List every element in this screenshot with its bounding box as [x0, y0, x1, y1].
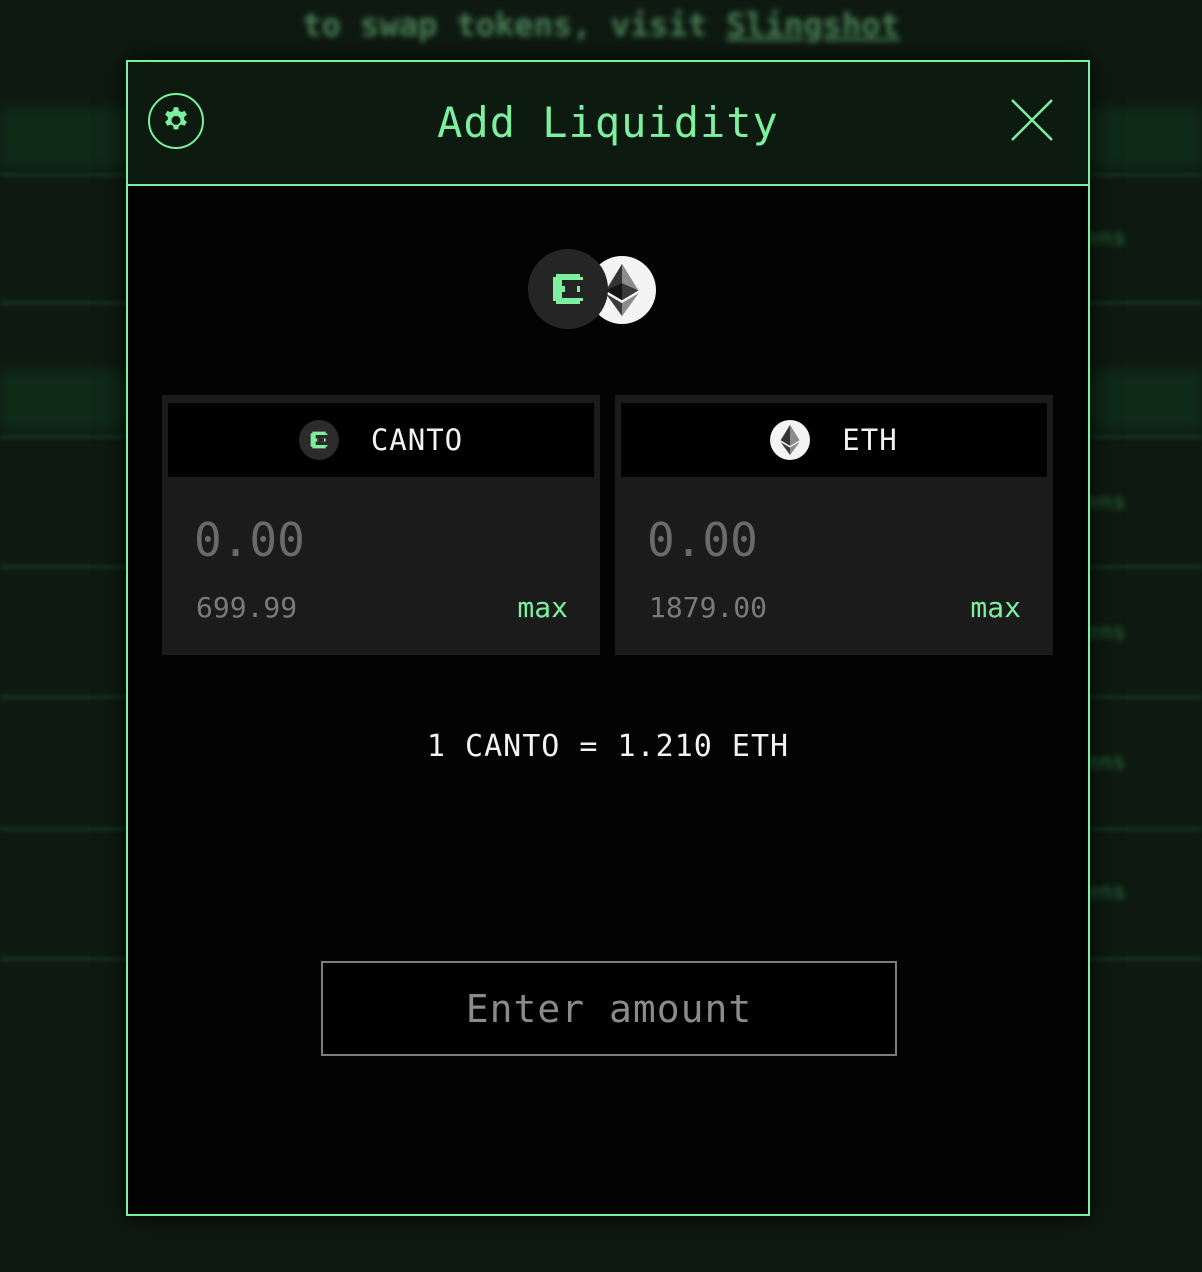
- close-icon: [1011, 99, 1053, 141]
- canto-max-button[interactable]: max: [517, 591, 568, 624]
- canto-amount-input[interactable]: [194, 513, 574, 567]
- token-card-canto: CANTO 699.99 max: [162, 395, 600, 655]
- exchange-rate: 1 CANTO = 1.210 ETH: [426, 729, 790, 764]
- eth-balance: 1879.00: [649, 591, 768, 624]
- add-liquidity-modal: Add Liquidity CANTO 0.00 699.99 max ETH …: [126, 60, 1090, 1216]
- canto-logo-icon: [298, 420, 339, 460]
- token-pair-logos: [528, 249, 658, 331]
- background-side-text: ens: [1086, 490, 1126, 515]
- background-side-text: ens: [1086, 620, 1126, 645]
- canto-balance: 699.99: [196, 591, 298, 624]
- enter-amount-button[interactable]: Enter amount: [321, 961, 897, 1056]
- canto-logo-icon: [528, 249, 608, 329]
- token-symbol: ETH: [842, 423, 898, 457]
- eth-logo-icon: [770, 420, 811, 460]
- background-notice-link: Slingshot: [726, 6, 900, 44]
- token-card-eth: ETH 1879.00 max: [615, 395, 1053, 655]
- background-side-text: ens: [1086, 880, 1126, 905]
- token-selector-canto[interactable]: CANTO: [168, 403, 594, 477]
- eth-amount-input[interactable]: [647, 513, 1027, 567]
- background-side-text: ens: [1086, 750, 1126, 775]
- eth-max-button[interactable]: max: [970, 591, 1021, 624]
- close-button[interactable]: [1008, 96, 1056, 144]
- background-side-text: ens: [1086, 226, 1126, 251]
- token-selector-eth[interactable]: ETH: [621, 403, 1047, 477]
- background-notice-text: to swap tokens, visit: [302, 6, 707, 44]
- token-symbol: CANTO: [370, 423, 464, 457]
- modal-title: Add Liquidity: [437, 98, 779, 147]
- modal-header: Add Liquidity: [128, 62, 1088, 186]
- background-notice: to swap tokens, visit Slingshot: [0, 6, 1202, 44]
